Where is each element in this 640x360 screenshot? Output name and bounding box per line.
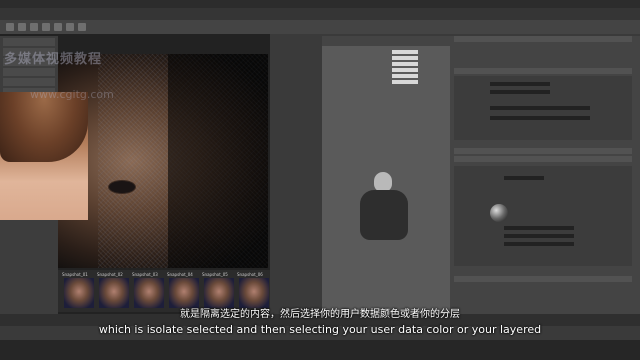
attribute-field[interactable]	[490, 116, 590, 120]
tool-icon[interactable]	[42, 23, 50, 31]
section-header[interactable]	[454, 68, 632, 74]
attribute-section	[454, 76, 632, 140]
attribute-field[interactable]	[504, 234, 574, 238]
menu-item[interactable]	[392, 50, 418, 54]
tool-icon[interactable]	[78, 23, 86, 31]
menu-item[interactable]	[392, 74, 418, 78]
snapshot-image	[239, 278, 269, 308]
command-line-bar[interactable]	[0, 340, 640, 360]
menu-item[interactable]	[392, 80, 418, 84]
subtitle-english: which is isolate selected and then selec…	[98, 323, 542, 336]
snapshot-image	[204, 278, 234, 308]
tool-icon[interactable]	[6, 23, 14, 31]
attribute-field[interactable]	[504, 242, 574, 246]
watermark-url: www.cgitg.com	[30, 88, 114, 101]
snapshot-image	[134, 278, 164, 308]
attribute-field[interactable]	[504, 226, 574, 230]
section-header[interactable]	[454, 276, 632, 282]
watermark-text: 多媒体视频教程	[4, 52, 103, 67]
snapshot-image	[169, 278, 199, 308]
character-model[interactable]	[360, 172, 410, 244]
tool-icon[interactable]	[66, 23, 74, 31]
model-torso	[360, 190, 408, 240]
render-canvas[interactable]	[58, 54, 268, 268]
subtitle-chinese: 就是隔离选定的内容，然后选择你的用户数据颜色或者你的分层	[180, 309, 460, 320]
outliner-item[interactable]	[3, 38, 55, 46]
attribute-editor-panel[interactable]	[450, 36, 640, 326]
menu-item[interactable]	[392, 56, 418, 60]
attribute-field[interactable]	[490, 82, 550, 86]
eye-detail	[108, 180, 136, 194]
shelf-bar[interactable]	[0, 20, 640, 34]
section-header[interactable]	[454, 156, 632, 162]
outliner-item[interactable]	[3, 68, 55, 76]
model-head	[374, 172, 392, 192]
snapshot-image	[99, 278, 129, 308]
section-header[interactable]	[454, 148, 632, 154]
attribute-field[interactable]	[490, 90, 550, 94]
viewport-toolbar[interactable]	[322, 36, 450, 46]
menu-bar[interactable]	[0, 0, 640, 8]
material-section	[454, 166, 632, 266]
outliner-item[interactable]	[3, 78, 55, 86]
hair-region	[0, 92, 88, 162]
menu-item[interactable]	[392, 62, 418, 66]
3d-viewport[interactable]	[322, 36, 450, 326]
tool-icon[interactable]	[30, 23, 38, 31]
attribute-field[interactable]	[490, 106, 590, 110]
attribute-field[interactable]	[504, 176, 544, 180]
render-unfinished-region	[168, 54, 268, 268]
reference-photo	[0, 92, 88, 220]
tool-icon[interactable]	[54, 23, 62, 31]
tool-icon[interactable]	[18, 23, 26, 31]
attribute-tabs[interactable]	[454, 36, 632, 42]
material-swatch[interactable]	[490, 204, 508, 222]
snapshot-image	[64, 278, 94, 308]
menu-item[interactable]	[392, 68, 418, 72]
viewport-context-menu[interactable]	[392, 48, 448, 88]
